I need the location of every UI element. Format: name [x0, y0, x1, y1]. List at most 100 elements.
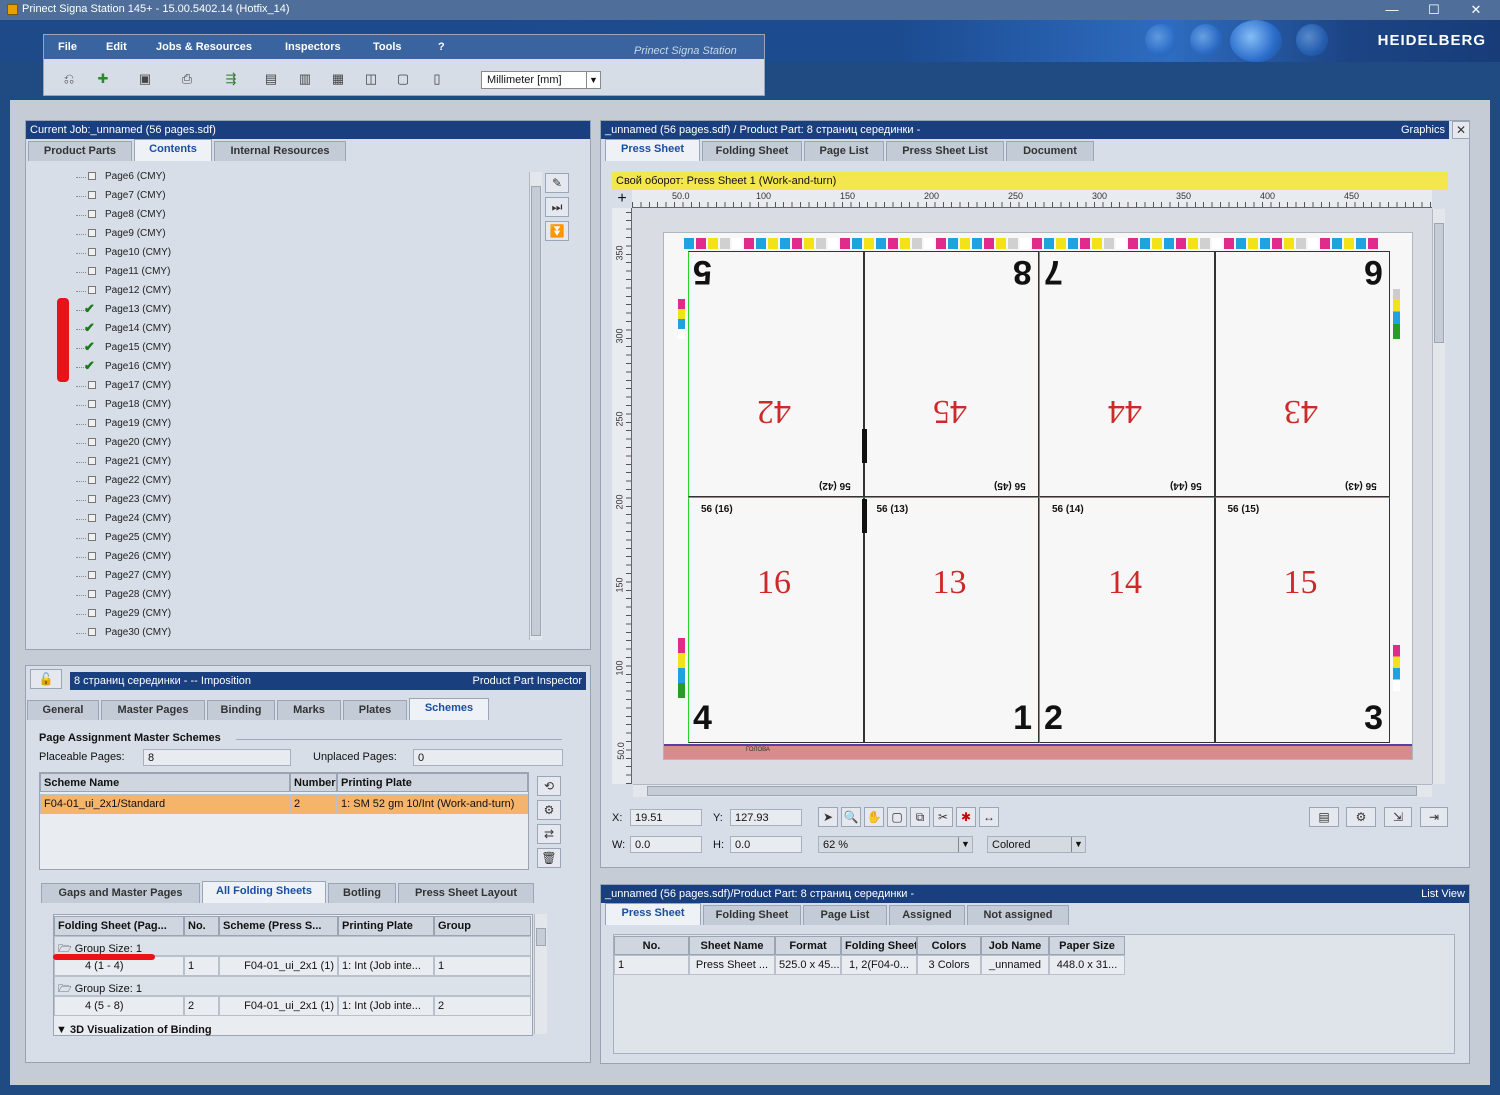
page-tree-item[interactable]: Page6 (CMY) [28, 168, 508, 186]
output-icon[interactable]: ⇶ [222, 71, 240, 87]
tab-gaps-master-pages[interactable]: Gaps and Master Pages [41, 883, 200, 903]
lv-col-header[interactable]: Sheet Name [689, 936, 775, 955]
page-tree-item[interactable]: Page10 (CMY) [28, 244, 508, 262]
y-field[interactable]: 127.93 [730, 809, 802, 826]
group-row[interactable]: 🗁 Group Size: 1 [54, 976, 531, 996]
lv-col-header[interactable]: Job Name [981, 936, 1049, 955]
document-icon[interactable]: ▯ [428, 71, 446, 87]
col-printing-plate[interactable]: Printing Plate [337, 773, 528, 792]
scheme-cell-plate[interactable]: 1: SM 52 gm 10/Int (Work-and-turn) [337, 794, 528, 814]
imposed-page[interactable]: 8 45 56 (45) [863, 251, 1039, 497]
settings-icon[interactable]: ⚙ [1346, 807, 1376, 827]
page-tree-item[interactable]: Page11 (CMY) [28, 263, 508, 281]
fs-scrollbar[interactable] [534, 914, 547, 1034]
lv-cell[interactable]: 3 Colors [917, 955, 981, 975]
tab-contents[interactable]: Contents [134, 139, 212, 161]
checkbox[interactable] [88, 590, 96, 598]
checkbox[interactable] [88, 533, 96, 541]
tab-lv-folding-sheet[interactable]: Folding Sheet [703, 905, 801, 925]
print-icon[interactable]: ⎙ [178, 71, 196, 87]
tree-scrollbar[interactable] [529, 172, 542, 640]
h-field[interactable]: 0.0 [730, 836, 802, 853]
lv-col-header[interactable]: Format [775, 936, 841, 955]
layout-icon[interactable]: ▦ [329, 71, 347, 87]
chevron-down-icon[interactable]: ▼ [958, 837, 972, 852]
checkbox[interactable] [88, 229, 96, 237]
checkbox[interactable] [88, 286, 96, 294]
close-panel-icon[interactable]: ✕ [1452, 121, 1470, 139]
measure-icon[interactable]: ↔ [979, 807, 999, 827]
lv-cell[interactable]: 525.0 x 45... [775, 955, 841, 975]
chevron-down-icon[interactable]: ▼ [1071, 837, 1085, 852]
tab-plates[interactable]: Plates [343, 700, 407, 720]
press-sheet[interactable]: ГОЛОВА 5 42 56 (42) 8 45 56 (45) 7 44 56 (44) 6 43… [663, 232, 1413, 760]
page-tree-item[interactable]: Page8 (CMY) [28, 206, 508, 224]
maximize-button[interactable]: ☐ [1414, 1, 1454, 19]
page-tree-item[interactable]: Page19 (CMY) [28, 415, 508, 433]
frame-icon[interactable]: ▢ [394, 71, 412, 87]
fit-icon[interactable]: ⇲ [1384, 807, 1412, 827]
checkbox[interactable] [88, 514, 96, 522]
col-no[interactable]: No. [184, 916, 219, 936]
page-tree-item[interactable]: Page18 (CMY) [28, 396, 508, 414]
scheme-reassign-icon[interactable]: ⚙ [537, 800, 561, 820]
checkbox[interactable] [88, 552, 96, 560]
fs-cell-scheme[interactable]: F04-01_ui_2x1 (1) [219, 956, 338, 976]
tab-lv-page-list[interactable]: Page List [803, 905, 887, 925]
menu-edit[interactable]: Edit [106, 41, 127, 53]
checkbox[interactable] [88, 172, 96, 180]
page-icon[interactable]: ▤ [262, 71, 280, 87]
collapse-icon[interactable]: ⏬ [545, 221, 569, 241]
lock-icon[interactable]: 🔓 [30, 669, 62, 689]
tab-lv-press-sheet[interactable]: Press Sheet [605, 903, 701, 925]
zoom-select[interactable]: 62 % ▼ [818, 836, 973, 853]
tab-internal-resources[interactable]: Internal Resources [214, 141, 346, 161]
imposed-page[interactable]: 7 44 56 (44) [1039, 251, 1215, 497]
scheme-edit-icon[interactable]: ⟲ [537, 776, 561, 796]
col-number[interactable]: Number [290, 773, 337, 792]
menu-jobs-resources[interactable]: Jobs & Resources [156, 41, 252, 53]
checkbox[interactable] [88, 210, 96, 218]
checkbox[interactable] [88, 571, 96, 579]
zoom-icon[interactable]: 🔍 [841, 807, 861, 827]
imposed-page[interactable]: 56 (15) 15 3 [1214, 497, 1390, 743]
fs-cell-plate[interactable]: 1: Int (Job inte... [338, 956, 434, 976]
menu-inspectors[interactable]: Inspectors [285, 41, 341, 53]
page-tree-item[interactable]: Page30 (CMY) [28, 624, 508, 642]
fs-cell-no[interactable]: 1 [184, 956, 219, 976]
checkbox[interactable] [88, 628, 96, 636]
check-icon[interactable]: ✔ [84, 339, 95, 355]
lv-cell[interactable]: 1, 2(F04-0... [841, 955, 917, 975]
fs-cell-group[interactable]: 2 [434, 996, 531, 1016]
lv-col-header[interactable]: Colors [917, 936, 981, 955]
tab-press-sheet[interactable]: Press Sheet [605, 139, 700, 161]
group-row[interactable]: 🗁 Group Size: 1 [54, 936, 531, 956]
edit-page-icon[interactable]: ✎ [545, 173, 569, 193]
tab-document[interactable]: Document [1006, 141, 1094, 161]
tab-lv-assigned[interactable]: Assigned [889, 905, 965, 925]
export-icon[interactable]: ⇥ [1420, 807, 1448, 827]
fs-cell-scheme[interactable]: F04-01_ui_2x1 (1) [219, 996, 338, 1016]
x-field[interactable]: 19.51 [630, 809, 702, 826]
menu-file[interactable]: File [58, 41, 77, 53]
tab-all-folding-sheets[interactable]: All Folding Sheets [202, 881, 326, 903]
hand-icon[interactable]: ✋ [864, 807, 884, 827]
page-tree-item[interactable]: Page23 (CMY) [28, 491, 508, 509]
fs-cell-no[interactable]: 2 [184, 996, 219, 1016]
delete-icon[interactable]: 🗑 [537, 848, 561, 868]
menu-tools[interactable]: Tools [373, 41, 402, 53]
lv-col-header[interactable]: Paper Size [1049, 936, 1125, 955]
tab-general[interactable]: General [27, 700, 99, 720]
sheet-icon[interactable]: ▥ [296, 71, 314, 87]
visualization-toggle[interactable]: ▼ 3D Visualization of Binding [56, 1024, 212, 1036]
canvas-vscroll[interactable] [1432, 209, 1445, 784]
page-tree-item[interactable]: Page29 (CMY) [28, 605, 508, 623]
frame-select-icon[interactable]: ▢ [887, 807, 907, 827]
col-scheme[interactable]: Scheme (Press S... [219, 916, 338, 936]
checkbox[interactable] [88, 609, 96, 617]
col-fs-printing-plate[interactable]: Printing Plate [338, 916, 434, 936]
canvas-hscroll[interactable] [633, 784, 1432, 797]
col-folding-sheet[interactable]: Folding Sheet (Pag... [54, 916, 184, 936]
page-tree-item[interactable]: ✔ Page14 (CMY) [28, 320, 508, 338]
tab-folding-sheet[interactable]: Folding Sheet [702, 141, 802, 161]
